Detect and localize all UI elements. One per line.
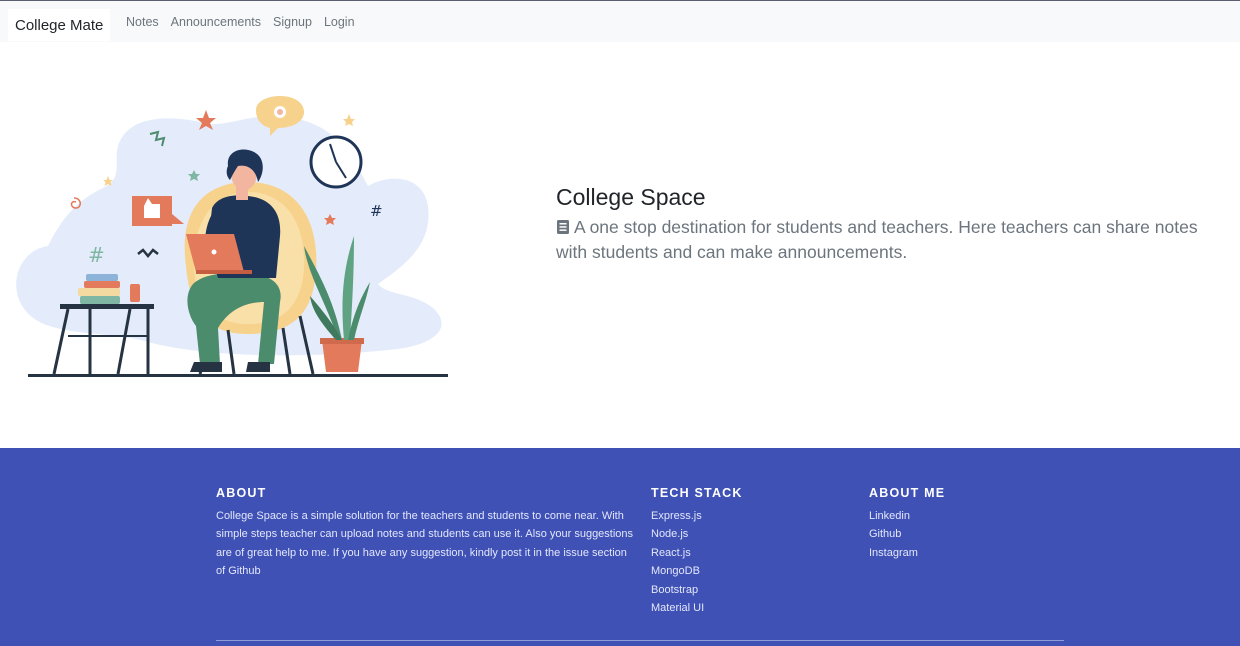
person-shoe (190, 362, 222, 372)
table-top (60, 304, 154, 309)
nav-link-signup[interactable]: Signup (273, 15, 312, 29)
hero-text: College Space A one stop destination for… (556, 183, 1206, 265)
footer-about-me-title: ABOUT ME (869, 486, 946, 500)
nav-link-notes[interactable]: Notes (126, 15, 159, 29)
nav-links: Notes Announcements Signup Login (126, 15, 367, 29)
tech-stack-list: Express.js Node.js React.js MongoDB Boot… (651, 507, 851, 617)
star-decoration (343, 114, 355, 126)
nav-link-login[interactable]: Login (324, 15, 355, 29)
tech-link-react[interactable]: React.js (651, 544, 851, 562)
hero-illustration: # # (16, 96, 448, 377)
navbar: College Mate Notes Announcements Signup … (0, 1, 1240, 42)
nav-link-announcements[interactable]: Announcements (171, 15, 261, 29)
about-me-list: Linkedin Github Instagram (869, 507, 1069, 562)
social-link-github[interactable]: Github (869, 525, 1069, 543)
plant-pot (322, 340, 362, 372)
cup (130, 284, 140, 302)
footer-about-text: College Space is a simple solution for t… (216, 510, 634, 578)
book (80, 296, 120, 304)
tech-link-material-ui[interactable]: Material UI (651, 599, 851, 617)
social-link-linkedin[interactable]: Linkedin (869, 507, 1069, 525)
tech-link-node[interactable]: Node.js (651, 525, 851, 543)
floor-line (28, 374, 448, 377)
hero-description: A one stop destination for students and … (556, 215, 1206, 265)
book (78, 288, 120, 296)
footer-about-section: ABOUT College Space is a simple solution… (216, 486, 636, 581)
hash-decoration: # (88, 243, 105, 267)
book (86, 274, 118, 281)
hero-title: College Space (556, 184, 706, 210)
person-shoe (246, 362, 270, 372)
hero-description-text: A one stop destination for students and … (556, 217, 1198, 262)
hash-decoration: # (370, 202, 383, 220)
footer-tech-title: TECH STACK (651, 486, 743, 500)
book (84, 281, 120, 288)
brand-link[interactable]: College Mate (8, 9, 111, 41)
tech-link-bootstrap[interactable]: Bootstrap (651, 581, 851, 599)
social-link-instagram[interactable]: Instagram (869, 544, 1069, 562)
tech-link-mongodb[interactable]: MongoDB (651, 562, 851, 580)
footer-tech-section: TECH STACK Express.js Node.js React.js M… (651, 486, 851, 617)
footer-about-title: ABOUT (216, 486, 267, 500)
footer-about-me-section: ABOUT ME Linkedin Github Instagram (869, 486, 1069, 562)
footer: ABOUT College Space is a simple solution… (0, 448, 1240, 646)
document-icon (557, 220, 569, 234)
footer-divider (216, 640, 1064, 641)
tech-link-express[interactable]: Express.js (651, 507, 851, 525)
